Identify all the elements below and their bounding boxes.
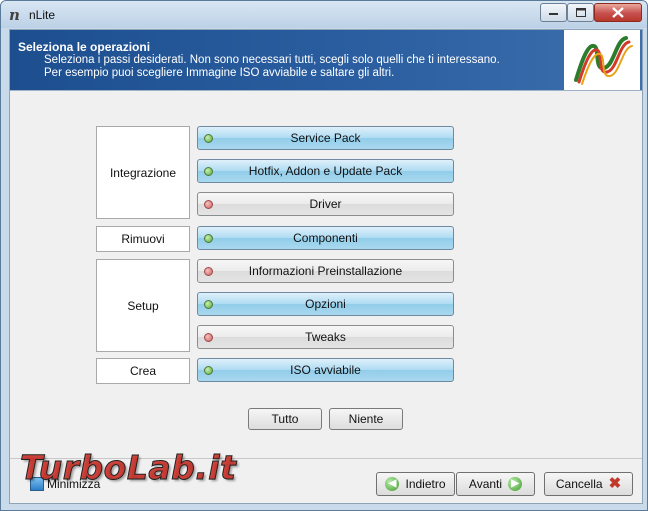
nlite-logo-icon bbox=[574, 36, 633, 85]
minimize-window-button[interactable] bbox=[540, 3, 567, 22]
page-description: Seleziona i passi desiderati. Non sono n… bbox=[44, 54, 500, 79]
cancel-x-icon: ✖ bbox=[608, 475, 622, 492]
page-title: Seleziona le operazioni bbox=[18, 40, 151, 54]
nlite-n-icon: n bbox=[9, 6, 20, 24]
opzioni-button[interactable]: Opzioni bbox=[197, 292, 454, 316]
status-green-icon bbox=[204, 234, 213, 243]
watermark-logo: TurboLab.it bbox=[19, 448, 237, 488]
close-window-button[interactable] bbox=[594, 3, 642, 22]
window-title: nLite bbox=[29, 8, 56, 22]
maximize-window-button[interactable] bbox=[567, 3, 594, 22]
status-green-icon bbox=[204, 300, 213, 309]
status-red-icon bbox=[204, 267, 213, 276]
section-integrazione: Integrazione bbox=[96, 126, 190, 219]
minimize-icon bbox=[549, 12, 558, 15]
section-setup: Setup bbox=[96, 259, 190, 352]
select-all-button[interactable]: Tutto bbox=[248, 408, 322, 430]
button-label: Informazioni Preinstallazione bbox=[248, 264, 403, 278]
tweaks-button[interactable]: Tweaks bbox=[197, 325, 454, 349]
next-label: Avanti bbox=[468, 477, 503, 491]
wizard-panel: Seleziona le operazioni Seleziona i pass… bbox=[9, 29, 643, 504]
status-red-icon bbox=[204, 333, 213, 342]
status-green-icon bbox=[204, 366, 213, 375]
arrow-right-icon: ▶ bbox=[508, 477, 523, 491]
application-window: n nLite Seleziona le operazioni Selezion… bbox=[0, 0, 648, 511]
driver-button[interactable]: Driver bbox=[197, 192, 454, 216]
cancel-button[interactable]: Cancella ✖ bbox=[544, 472, 633, 496]
status-green-icon bbox=[204, 134, 213, 143]
title-bar[interactable]: n nLite bbox=[1, 1, 647, 28]
button-label: Hotfix, Addon e Update Pack bbox=[248, 164, 403, 178]
nlite-logo bbox=[564, 30, 640, 90]
maximize-icon bbox=[575, 8, 586, 17]
arrow-left-icon: ◀ bbox=[385, 477, 400, 491]
select-none-button[interactable]: Niente bbox=[329, 408, 403, 430]
button-label: Driver bbox=[309, 197, 342, 211]
header-divider bbox=[10, 90, 642, 91]
section-rimuovi: Rimuovi bbox=[96, 226, 190, 252]
informazioni-preinstallazione-button[interactable]: Informazioni Preinstallazione bbox=[197, 259, 454, 283]
button-label: ISO avviabile bbox=[290, 363, 361, 377]
cancel-label: Cancella bbox=[555, 477, 603, 491]
componenti-button[interactable]: Componenti bbox=[197, 226, 454, 250]
service-pack-button[interactable]: Service Pack bbox=[197, 126, 454, 150]
back-button[interactable]: ◀ Indietro bbox=[376, 472, 455, 496]
section-crea: Crea bbox=[96, 358, 190, 384]
button-label: Componenti bbox=[293, 231, 358, 245]
back-label: Indietro bbox=[405, 477, 446, 491]
button-label: Tweaks bbox=[305, 330, 346, 344]
hotfix-addon-update-pack-button[interactable]: Hotfix, Addon e Update Pack bbox=[197, 159, 454, 183]
button-label: Opzioni bbox=[305, 297, 346, 311]
next-button[interactable]: Avanti ▶ bbox=[456, 472, 535, 496]
wizard-header: Seleziona le operazioni Seleziona i pass… bbox=[10, 30, 642, 90]
button-label: Service Pack bbox=[290, 131, 361, 145]
status-green-icon bbox=[204, 167, 213, 176]
iso-avviabile-button[interactable]: ISO avviabile bbox=[197, 358, 454, 382]
close-icon bbox=[612, 7, 624, 18]
status-red-icon bbox=[204, 200, 213, 209]
